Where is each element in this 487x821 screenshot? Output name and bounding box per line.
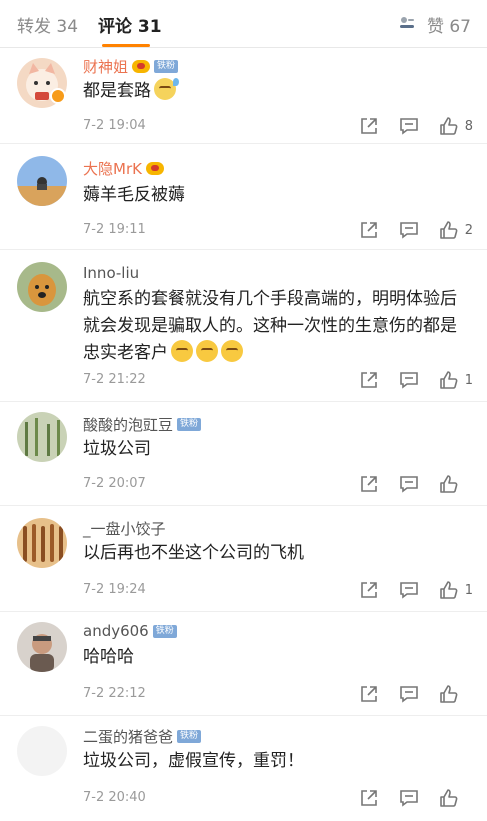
avatar[interactable] [17, 726, 67, 776]
thumbs-up-icon [440, 685, 458, 703]
share-button[interactable] [359, 116, 379, 136]
comment-item: andy606 铁粉 哈哈哈 7-2 22:12 [0, 612, 487, 716]
comment-time: 7-2 20:40 [83, 790, 146, 805]
comment-text: 都是套路 [83, 78, 473, 105]
comment-author[interactable]: 财神姐 [83, 56, 128, 77]
comment-icon [399, 222, 418, 239]
share-button[interactable] [359, 788, 379, 808]
avatar[interactable] [17, 622, 67, 672]
comment-icon [400, 790, 418, 807]
share-icon [360, 118, 377, 134]
fan-badge: 铁粉 [177, 418, 202, 431]
comment-tabs: 转发 34 评论 31 赞 67 [0, 0, 487, 48]
tab-comment[interactable]: 评论 31 [98, 12, 162, 37]
thumbs-up-icon [439, 221, 458, 239]
comment-icon [400, 686, 418, 703]
share-icon [360, 372, 377, 388]
like-button[interactable] [439, 474, 473, 494]
avatar[interactable] [17, 412, 67, 462]
avatar[interactable] [17, 156, 67, 206]
like-button[interactable] [439, 684, 473, 704]
sweat-emoji-icon [154, 78, 179, 100]
sort-icon[interactable] [398, 14, 416, 32]
like-button[interactable]: 1 [439, 580, 473, 600]
comment-item: 财神姐 铁粉 都是套路 7-2 19:04 8 [0, 48, 487, 144]
reply-button[interactable] [399, 580, 419, 600]
reply-button[interactable] [399, 684, 419, 704]
thumbs-up-icon [440, 789, 458, 807]
thumbs-up-icon [439, 371, 458, 389]
comment-item: _一盘小饺子 以后再也不坐这个公司的飞机 7-2 19:24 1 [0, 506, 487, 612]
share-icon [361, 686, 377, 702]
fan-badge: 铁粉 [177, 730, 202, 743]
share-button[interactable] [359, 370, 379, 390]
comment-author[interactable]: Inno-liu [83, 264, 139, 282]
comment-author[interactable]: _一盘小饺子 [83, 518, 166, 539]
share-icon [361, 790, 377, 806]
active-tab-indicator [102, 44, 150, 47]
comment-text: 航空系的套餐就没有几个手段高端的，明明体验后就会发现是骗取人的。这种一次性的生意… [83, 289, 457, 363]
comment-text: 哈哈哈 [83, 647, 134, 667]
thumbs-up-icon [440, 475, 458, 493]
reply-button[interactable] [399, 370, 419, 390]
comment-icon [399, 118, 418, 135]
thumbs-up-icon [439, 117, 458, 135]
verified-badge-icon [50, 88, 66, 104]
comment-item: Inno-liu 航空系的套餐就没有几个手段高端的，明明体验后就会发现是骗取人的… [0, 250, 487, 402]
vip-crown-icon [145, 162, 164, 175]
vip-crown-icon [132, 60, 151, 73]
like-count: 1 [464, 582, 473, 598]
comment-author[interactable]: 酸酸的泡豇豆 [83, 414, 173, 435]
tab-like[interactable]: 赞 67 [427, 12, 471, 37]
comment-text: 以后再也不坐这个公司的飞机 [83, 543, 304, 563]
comment-time: 7-2 22:12 [83, 686, 146, 701]
comment-item: 大隐MrK 薅羊毛反被薅 7-2 19:11 2 [0, 144, 487, 250]
like-count: 2 [464, 222, 473, 238]
comment-author[interactable]: 大隐MrK [83, 158, 142, 179]
like-button[interactable]: 2 [439, 220, 473, 240]
avatar[interactable] [17, 262, 67, 312]
share-button[interactable] [359, 684, 379, 704]
comment-text: 垃圾公司，虚假宣传，重罚！ [83, 751, 304, 771]
like-button[interactable] [439, 788, 473, 808]
comment-time: 7-2 20:07 [83, 476, 146, 491]
reply-button[interactable] [399, 788, 419, 808]
tab-repost[interactable]: 转发 34 [17, 12, 78, 37]
comment-text: 薅羊毛反被薅 [83, 185, 185, 205]
comment-icon [399, 582, 418, 599]
comment-icon [400, 476, 418, 493]
share-button[interactable] [359, 580, 379, 600]
comment-time: 7-2 21:22 [83, 372, 146, 387]
fan-badge: 铁粉 [152, 624, 177, 638]
angry-emoji-icon [221, 340, 243, 362]
reply-button[interactable] [399, 474, 419, 494]
comment-item: 二蛋的猪爸爸 铁粉 垃圾公司，虚假宣传，重罚！ 7-2 20:40 [0, 716, 487, 821]
share-icon [360, 582, 377, 598]
comment-author[interactable]: andy606 [83, 622, 149, 640]
avatar[interactable] [17, 518, 67, 568]
share-icon [361, 476, 377, 492]
comment-time: 7-2 19:24 [83, 582, 146, 597]
angry-emoji-icon [171, 340, 193, 362]
thumbs-up-icon [439, 581, 458, 599]
like-count: 1 [464, 372, 473, 388]
share-button[interactable] [359, 474, 379, 494]
reply-button[interactable] [399, 220, 419, 240]
fan-badge: 铁粉 [154, 60, 179, 73]
comment-icon [399, 372, 418, 389]
share-icon [360, 222, 377, 238]
share-button[interactable] [359, 220, 379, 240]
comment-time: 7-2 19:04 [83, 118, 146, 133]
comment-author[interactable]: 二蛋的猪爸爸 [83, 726, 173, 747]
like-button[interactable]: 8 [439, 116, 473, 136]
comment-time: 7-2 19:11 [83, 222, 146, 237]
reply-button[interactable] [399, 116, 419, 136]
comment-text: 垃圾公司 [83, 439, 151, 459]
comment-item: 酸酸的泡豇豆 铁粉 垃圾公司 7-2 20:07 [0, 402, 487, 506]
angry-emoji-icon [196, 340, 218, 362]
like-count: 8 [464, 118, 473, 134]
like-button[interactable]: 1 [439, 370, 473, 390]
